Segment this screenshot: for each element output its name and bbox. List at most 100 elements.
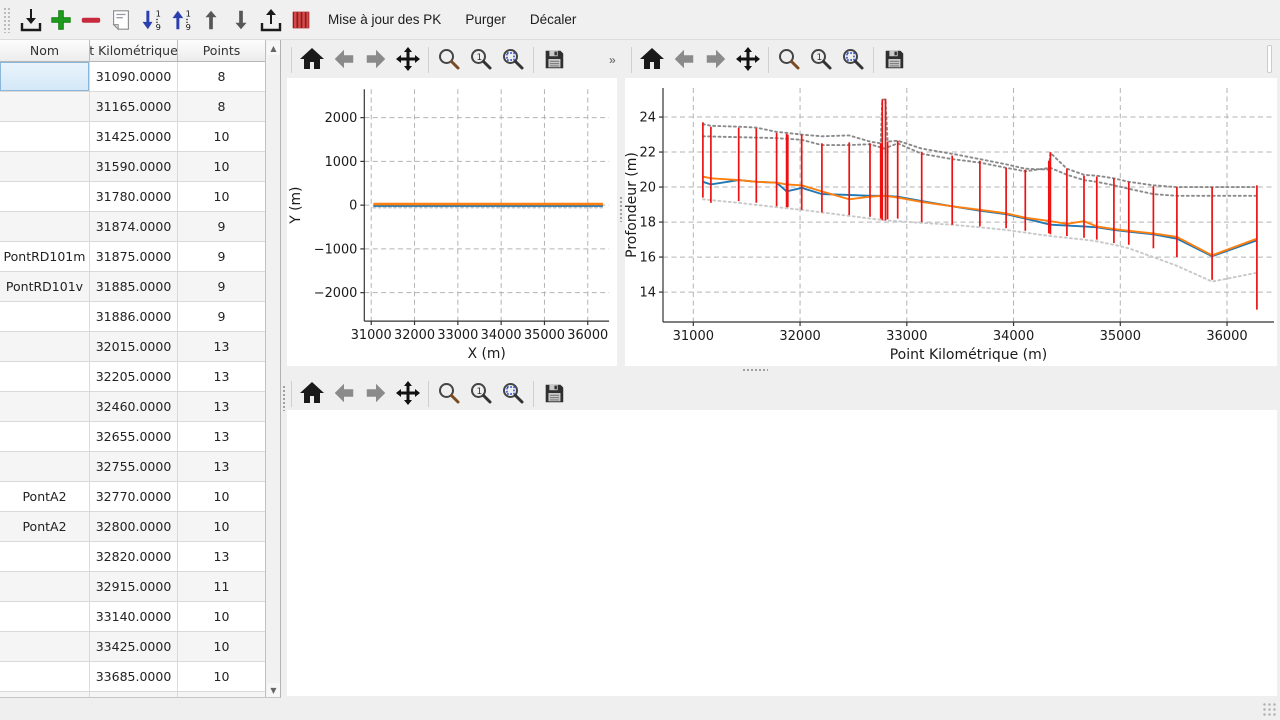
zoom-button[interactable] <box>433 379 465 409</box>
table-cell[interactable]: 10 <box>178 152 266 182</box>
pan-button[interactable] <box>732 45 764 75</box>
table-cell[interactable] <box>0 92 90 122</box>
table-cell[interactable]: 9 <box>178 242 266 272</box>
zoom-button[interactable] <box>773 45 805 75</box>
zoom-one-button[interactable]: 1 <box>805 45 837 75</box>
table-cell[interactable]: 32915.0000 <box>90 572 178 602</box>
table-cell[interactable]: 10 <box>178 512 266 542</box>
table-cell[interactable]: 31165.0000 <box>90 92 178 122</box>
window-resize-grip[interactable] <box>1262 702 1277 717</box>
table-cell[interactable] <box>0 452 90 482</box>
back-button[interactable] <box>328 379 360 409</box>
scroll-down-icon[interactable]: ▼ <box>267 683 280 697</box>
zoom-one-button[interactable]: 1 <box>465 45 497 75</box>
table-cell[interactable]: 10 <box>178 482 266 512</box>
purge-button[interactable]: Purger <box>453 4 518 36</box>
table-cell[interactable]: 9 <box>178 302 266 332</box>
pan-button[interactable] <box>392 379 424 409</box>
zoom-fit-button[interactable] <box>497 379 529 409</box>
back-button[interactable] <box>668 45 700 75</box>
zoom-one-button[interactable]: 1 <box>465 379 497 409</box>
table-cell[interactable]: 13 <box>178 542 266 572</box>
table-cell[interactable]: 33140.0000 <box>90 602 178 632</box>
save-button[interactable] <box>538 379 570 409</box>
table-cell[interactable]: PontA2 <box>0 512 90 542</box>
table-cell[interactable]: 10 <box>178 182 266 212</box>
remove-button[interactable] <box>76 4 106 36</box>
toolbar-overflow-button[interactable]: » <box>605 53 621 67</box>
shift-button[interactable]: Décaler <box>518 4 589 36</box>
table-cell[interactable] <box>0 302 90 332</box>
plot-splitter[interactable] <box>617 78 625 366</box>
table-cell[interactable]: 8 <box>178 62 266 92</box>
back-button[interactable] <box>328 45 360 75</box>
table-cell[interactable]: 32205.0000 <box>90 362 178 392</box>
table-cell[interactable]: 32460.0000 <box>90 392 178 422</box>
forward-button[interactable] <box>360 379 392 409</box>
table-cell[interactable] <box>0 122 90 152</box>
table-cell[interactable]: 31875.0000 <box>90 242 178 272</box>
table-cell[interactable]: PontRD101m <box>0 242 90 272</box>
table-cell[interactable] <box>0 332 90 362</box>
table-cell[interactable]: 31886.0000 <box>90 302 178 332</box>
import-button[interactable] <box>16 4 46 36</box>
table-cell[interactable] <box>0 62 90 92</box>
table-cell[interactable]: 32015.0000 <box>90 332 178 362</box>
table-cell[interactable]: 13 <box>178 422 266 452</box>
table-cell[interactable] <box>0 602 90 632</box>
table-cell[interactable]: 32770.0000 <box>90 482 178 512</box>
xy-plot-canvas[interactable]: 310003200033000340003500036000200010000−… <box>287 78 617 366</box>
table-cell[interactable]: 13 <box>178 392 266 422</box>
table-cell[interactable]: 13 <box>178 332 266 362</box>
table-cell[interactable]: 31425.0000 <box>90 122 178 152</box>
scroll-up-icon[interactable]: ▲ <box>267 41 280 55</box>
table-cell[interactable]: 10 <box>178 632 266 662</box>
table-cell[interactable]: 9 <box>178 212 266 242</box>
home-button[interactable] <box>296 45 328 75</box>
table-cell[interactable] <box>0 662 90 692</box>
table-cell[interactable]: 32655.0000 <box>90 422 178 452</box>
table-cell[interactable]: 10 <box>178 662 266 692</box>
zoom-fit-button[interactable] <box>837 45 869 75</box>
column-header-point-kilometrique[interactable]: t Kilométrique <box>90 40 178 61</box>
forward-button[interactable] <box>360 45 392 75</box>
table-cell[interactable]: 13 <box>178 362 266 392</box>
home-button[interactable] <box>636 45 668 75</box>
table-cell[interactable] <box>0 692 90 698</box>
save-button[interactable] <box>538 45 570 75</box>
table-cell[interactable] <box>0 182 90 212</box>
table-cell[interactable]: PontA2 <box>0 482 90 512</box>
table-cell[interactable] <box>0 632 90 662</box>
table-cell[interactable] <box>0 152 90 182</box>
column-header-nom[interactable]: Nom <box>0 40 90 61</box>
table-cell[interactable]: 31874.0000 <box>90 212 178 242</box>
add-button[interactable] <box>46 4 76 36</box>
table-cell[interactable]: 33685.0000 <box>90 662 178 692</box>
export-button[interactable] <box>256 4 286 36</box>
table-cell[interactable] <box>0 422 90 452</box>
table-cell[interactable]: 32800.0000 <box>90 512 178 542</box>
home-button[interactable] <box>296 379 328 409</box>
table-scrollbar[interactable]: ▲ ▼ <box>265 40 280 698</box>
table-cell[interactable] <box>0 392 90 422</box>
table-cell[interactable]: 10 <box>178 602 266 632</box>
table-cell[interactable]: 13 <box>178 452 266 482</box>
move-up-button[interactable] <box>196 4 226 36</box>
forward-button[interactable] <box>700 45 732 75</box>
zoom-button[interactable] <box>433 45 465 75</box>
column-header-points[interactable]: Points <box>178 40 266 61</box>
table-cell[interactable]: 31590.0000 <box>90 152 178 182</box>
profiles-button[interactable] <box>286 4 316 36</box>
toolbar-grip[interactable] <box>3 7 10 33</box>
table-cell[interactable]: 10 <box>178 122 266 152</box>
table-cell[interactable]: 9 <box>178 272 266 302</box>
table-cell[interactable]: 8 <box>178 92 266 122</box>
table-cell[interactable]: 11 <box>178 572 266 602</box>
table-cell[interactable]: PontRD101v <box>0 272 90 302</box>
table-cell[interactable]: 31885.0000 <box>90 272 178 302</box>
sort-ascending-button[interactable]: 19 <box>166 4 196 36</box>
table-cell[interactable]: 33425.0000 <box>90 632 178 662</box>
update-pk-button[interactable]: Mise à jour des PK <box>316 4 453 36</box>
table-cell[interactable] <box>0 362 90 392</box>
profile-plot-canvas[interactable]: 3100032000330003400035000360001416182022… <box>625 78 1277 366</box>
